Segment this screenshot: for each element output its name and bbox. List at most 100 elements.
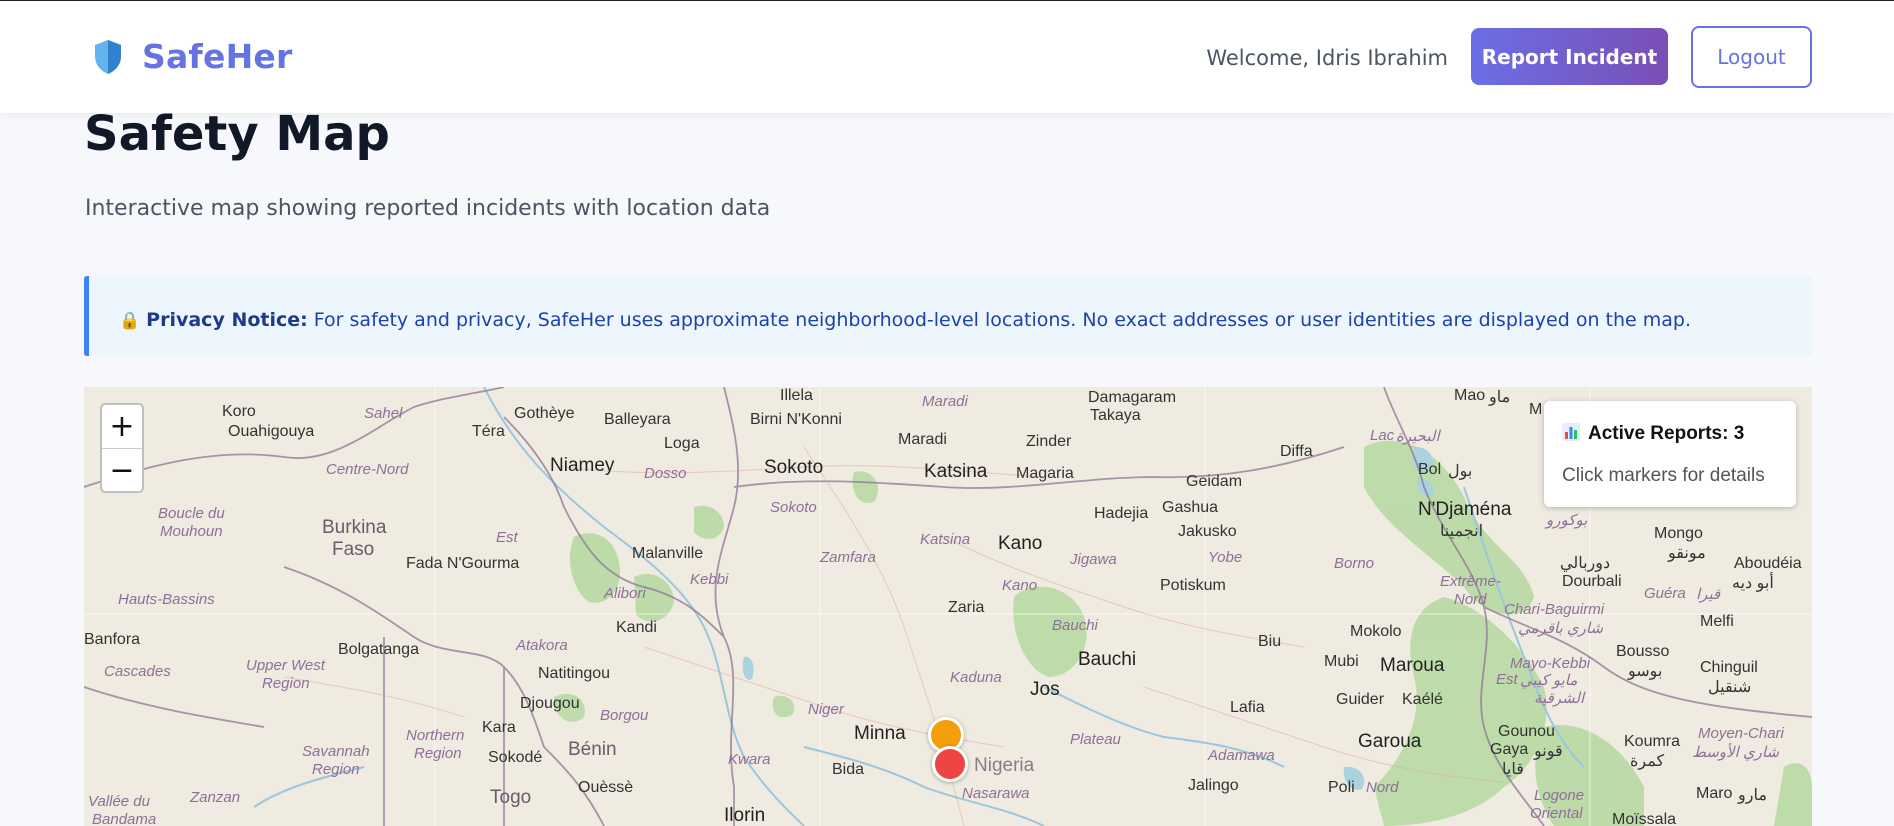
map-label: Gounou [1498,723,1555,740]
map-label: الشرقية [1534,690,1585,707]
map-label: Oriental [1530,805,1583,822]
map-label: Sahel [364,405,403,422]
map-label: Mouhoun [160,523,223,540]
map-label: Sokodé [488,749,543,766]
welcome-text: Welcome, Idris Ibrahim [1206,46,1448,70]
map-label: Mayo-Kebbi [1510,655,1591,672]
map-label: Bauchi [1078,649,1137,670]
brand[interactable]: SafeHer [92,37,292,76]
safety-map[interactable]: Koro Ouahigouya Sahel Téra Gothèye Balle… [84,387,1812,826]
zoom-in-button[interactable]: + [102,405,142,449]
map-label: Zamfara [820,549,876,566]
active-reports-panel: Active Reports: 3 Click markers for deta… [1544,401,1796,507]
map-label: Mokolo [1350,623,1402,640]
map-label: Illela [780,387,813,404]
map-label: Minna [854,723,906,744]
map-label: Chinguil [1700,659,1758,676]
map-label: Jalingo [1188,777,1239,794]
map-label: Mongo [1654,525,1703,542]
map-label: Gothèye [514,405,575,422]
map-label: شاري باقرمي [1518,620,1604,637]
map-label: Chari-Baguirmi [1504,601,1605,618]
map-label: Aboudéia [1734,555,1802,572]
map-label: كمرة [1630,753,1665,770]
map-label: Kandi [616,619,657,636]
map-label: Nord [1454,591,1487,608]
map-label: Adamawa [1208,747,1275,764]
logout-button[interactable]: Logout [1691,26,1812,88]
map-label: Ilorin [724,805,766,826]
page-subtitle: Interactive map showing reported inciden… [85,196,771,221]
map-label: Téra [472,423,505,440]
map-label: M [1529,401,1543,418]
map-label: بوكورو [1546,512,1588,529]
map-label: Loga [664,435,700,452]
zoom-control: + − [100,403,144,493]
lock-icon: 🔒 [119,311,141,331]
shield-icon [95,39,121,74]
map-label: Mao [1454,387,1486,404]
map-label: Niger [808,701,844,718]
map-label: Jos [1030,679,1060,700]
map-label: Plateau [1070,731,1121,748]
map-label: Zaria [948,599,985,616]
map-label: Bandama [92,811,157,826]
map-label: Ouèssè [578,779,634,796]
active-reports-count: Active Reports: 3 [1588,423,1745,444]
map-label: Magaria [1016,465,1074,482]
map-label: Yobe [1208,549,1243,566]
map-label: Extrême- [1440,573,1501,590]
map-label: Est [496,529,518,546]
map-label: Sokoto [764,457,824,478]
map-label: Gashua [1162,499,1219,516]
map-label: Borno [1334,555,1375,572]
incident-marker-high[interactable] [932,746,968,782]
map-label: بول [1448,463,1473,480]
map-label: Hadejia [1094,505,1149,522]
map-label: Nord [1366,779,1399,796]
map-label: Djougou [520,695,580,712]
map-label: Kwara [728,751,771,768]
map-label: Bolgatanga [338,641,419,658]
navbar: SafeHer Welcome, Idris Ibrahim Report In… [0,1,1894,113]
map-label: Fada N'Gourma [406,555,520,572]
map-label: قونو [1534,743,1563,760]
map-label: Hauts-Bassins [118,591,215,608]
map-label: دوربالي [1560,555,1611,572]
privacy-notice-text: For safety and privacy, SafeHer uses app… [313,309,1692,331]
map-label: Zanzan [190,789,241,806]
map-label: مونقو [1668,545,1706,562]
map-label: Nigeria [974,755,1035,776]
map-label: Maradi [898,431,947,448]
zoom-out-button[interactable]: − [102,449,142,492]
map-label: Guéra [1644,585,1686,602]
report-incident-button[interactable]: Report Incident [1471,28,1668,85]
map-label: قيرا [1696,586,1721,603]
map-label: Atakora [516,637,568,654]
map-label: Koumra [1624,733,1681,750]
page-title: Safety Map [84,106,390,162]
map-label: Region [262,675,310,692]
map-label: Northern [406,727,465,744]
map-label: Upper West [246,657,325,674]
map-label: Bousso [1616,643,1670,660]
map-label: Ouahigouya [228,423,315,440]
map-label: Cascades [104,663,171,680]
map-label: Nasarawa [962,785,1030,802]
map-label: Balleyara [604,411,671,428]
map-label: Logone [1534,787,1585,804]
map-label: Kano [998,533,1043,554]
map-label: Katsina [920,531,971,548]
map-label: Savannah [302,743,370,760]
map-label: Kebbi [690,571,729,588]
map-label: Zinder [1026,433,1072,450]
map-label: Dourbali [1562,573,1622,590]
map-label: مارو [1738,787,1767,804]
map-label: Dosso [644,465,687,482]
map-label: بوسو [1628,663,1663,680]
map-label: Koro [222,403,256,420]
map-label: شنقيل [1708,679,1752,696]
map-label: Faso [332,539,375,560]
map-label: ماو [1489,389,1511,406]
map-label: قايا [1502,761,1524,778]
